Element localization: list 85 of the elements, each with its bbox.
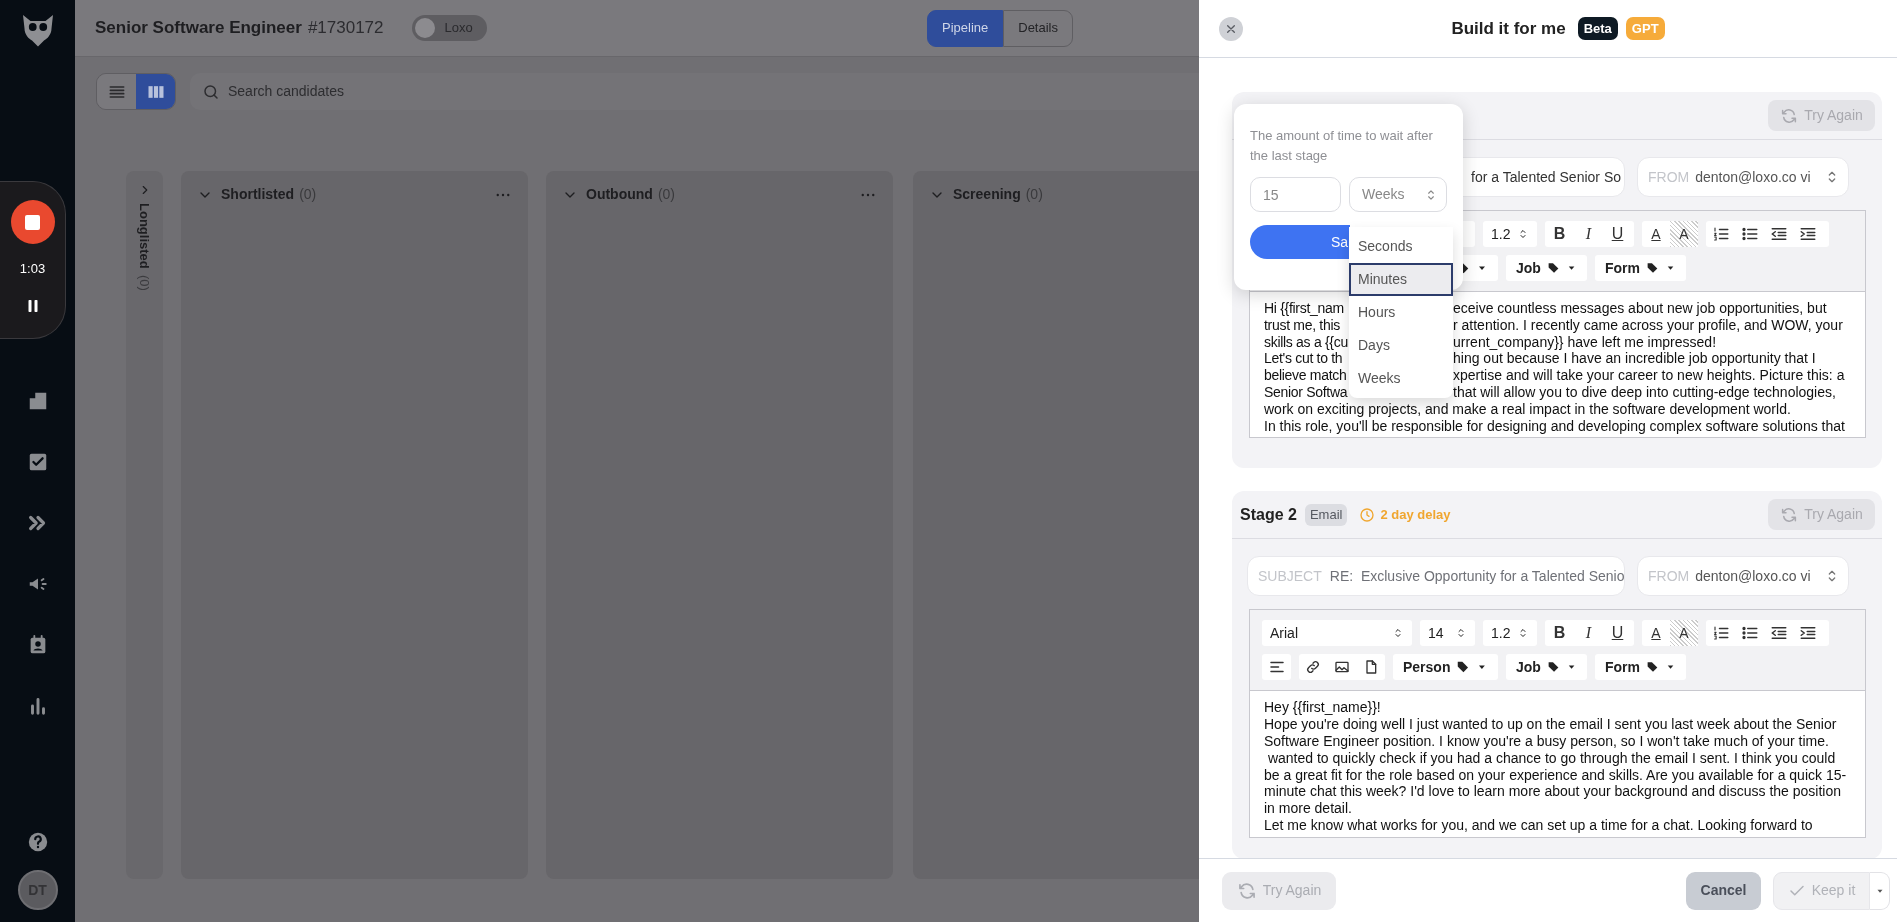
underline-button[interactable]: U xyxy=(1603,620,1632,647)
up-down-icon xyxy=(1455,627,1467,640)
bullet-list-icon[interactable] xyxy=(1740,225,1759,243)
merge-tag-dropdown[interactable]: Person xyxy=(1393,654,1498,681)
from-select[interactable]: FROM denton@loxo.co vi xyxy=(1637,157,1849,197)
email-text: r attention. I recently came across your profile, and WOW, your xyxy=(1453,316,1844,334)
merge-tag-dropdown[interactable]: Job xyxy=(1506,654,1587,681)
search-field[interactable]: Search candidates xyxy=(190,73,1199,110)
refresh-icon xyxy=(1236,880,1257,901)
link-icon[interactable] xyxy=(1305,659,1322,676)
highlight-button[interactable]: A xyxy=(1670,620,1698,647)
underline-button[interactable]: U xyxy=(1603,221,1632,247)
email-text: xpertise and will take your career to new heights. Picture this: a xyxy=(1453,367,1846,384)
subject-field[interactable]: SUBJECT RE: Exclusive Opportunity for a Talented Senio xyxy=(1247,556,1625,597)
cancel-button[interactable]: Cancel xyxy=(1686,871,1761,910)
label-badge: Beta xyxy=(1577,16,1618,41)
email-text: work on exciting projects, and make a real impact in the software development world. xyxy=(1264,400,1791,417)
column-name: Outbound xyxy=(586,185,653,204)
tag-icon xyxy=(1456,660,1471,675)
bold-button[interactable]: B xyxy=(1545,620,1574,647)
tag-icon xyxy=(1546,261,1560,275)
line-height-select[interactable]: 1.2 xyxy=(1483,620,1537,647)
close-button[interactable] xyxy=(1219,16,1243,41)
refresh-icon xyxy=(1780,505,1799,524)
email-text: trust me, this xyxy=(1264,316,1341,334)
email-text: eceive countless messages about new job opportunities, but xyxy=(1453,300,1828,317)
stage-title: Stage 2 xyxy=(1240,504,1297,525)
help-icon[interactable] xyxy=(26,831,49,853)
bold-button[interactable]: B xyxy=(1545,221,1574,247)
dropdown-option[interactable]: Hours xyxy=(1349,296,1453,329)
from-select[interactable]: FROM denton@loxo.co vi xyxy=(1637,556,1849,597)
recording-time: 1:03 xyxy=(19,260,46,278)
email-text: urrent_company}} have left me impressed! xyxy=(1453,333,1718,351)
highlight-button[interactable]: A xyxy=(1670,221,1698,247)
numbered-list-icon[interactable] xyxy=(1711,624,1730,643)
text-color-button[interactable]: A xyxy=(1642,620,1670,647)
refresh-icon xyxy=(1780,106,1799,125)
dropdown-option[interactable]: Seconds xyxy=(1349,230,1453,263)
email-text: Senior Softwa xyxy=(1264,384,1349,401)
indent-icon[interactable] xyxy=(1798,225,1817,243)
job-number: #1730172 xyxy=(307,17,384,40)
job-title: Senior Software Engineer xyxy=(95,17,302,40)
merge-tag-dropdown[interactable]: Form xyxy=(1595,255,1686,281)
column-name: Screening xyxy=(953,185,1021,204)
italic-button[interactable]: I xyxy=(1574,221,1603,247)
tag-icon xyxy=(1646,261,1659,275)
hint-text: The amount of time to wait after the last stage xyxy=(1250,127,1434,165)
unit-select[interactable]: Weeks xyxy=(1349,177,1447,212)
search-icon xyxy=(202,83,220,101)
text-color-button[interactable]: A xyxy=(1642,221,1670,247)
dropdown-option[interactable]: Weeks xyxy=(1349,362,1453,395)
panel-title: Build it for me xyxy=(1451,17,1566,40)
email-text: skills as a {{cu xyxy=(1264,333,1349,351)
column-name: Shortlisted xyxy=(221,185,295,204)
clock-icon xyxy=(1359,506,1376,523)
view-tab[interactable]: Details xyxy=(1003,9,1073,47)
outdent-icon[interactable] xyxy=(1769,225,1788,243)
save-button[interactable]: Sa xyxy=(1250,225,1350,259)
email-text: believe match xyxy=(1264,367,1348,384)
dropdown-option[interactable]: Days xyxy=(1349,329,1453,362)
email-text: Let's cut to th xyxy=(1264,350,1344,368)
merge-tag-dropdown[interactable]: Job xyxy=(1506,255,1587,281)
font-select[interactable]: Arial xyxy=(1262,620,1412,647)
size-select[interactable]: 14 xyxy=(1420,620,1475,647)
up-down-icon xyxy=(1517,228,1529,240)
email-text: hing out because I have an incredible job opportunity that I xyxy=(1453,350,1817,368)
label-badge: GPT xyxy=(1625,16,1665,41)
email-text: In this role, you'll be responsible for designing and developing complex software solutions that xyxy=(1264,417,1845,434)
column-name: Longlisted xyxy=(136,203,154,269)
up-down-icon xyxy=(1517,627,1529,640)
merge-tag-dropdown[interactable]: Form xyxy=(1595,654,1686,681)
email-text: that will allow you to dive deep into cutting-edge technologies, xyxy=(1453,384,1837,401)
list-view-button[interactable] xyxy=(97,74,136,109)
dropdown-option[interactable]: Minutes xyxy=(1349,263,1453,296)
numbered-list-icon[interactable] xyxy=(1711,225,1730,243)
email-body-text[interactable]: Hey {{first_name}}! Hope you're doing well I just wanted to up on the email I sent you last week about the Senior Software Engineer position. I know you're a busy person, so I won't take much of your time. wanted to quickly check if you had a chance to go through the email I sent. I think you could be a great fit for the role based on your experience and skills. Are you available for a quick 15- minute chat this week? I'd love to learn more about your background and discuss the position in more detail. Let me know what works for you, and we can set up a time for a chat. Looking forward to xyxy=(1250,691,1865,837)
board-view-button[interactable] xyxy=(136,74,175,109)
up-down-icon xyxy=(1392,627,1404,640)
amount-field[interactable]: 15 xyxy=(1250,177,1341,212)
stop-button[interactable] xyxy=(10,200,55,244)
email-text: Hi {{first_nam xyxy=(1264,300,1345,317)
view-tab[interactable]: Pipeline xyxy=(927,9,1004,47)
email-type-badge: Email xyxy=(1304,504,1348,526)
line-height-select[interactable]: 1.2 xyxy=(1483,221,1537,247)
italic-button[interactable]: I xyxy=(1574,620,1603,647)
